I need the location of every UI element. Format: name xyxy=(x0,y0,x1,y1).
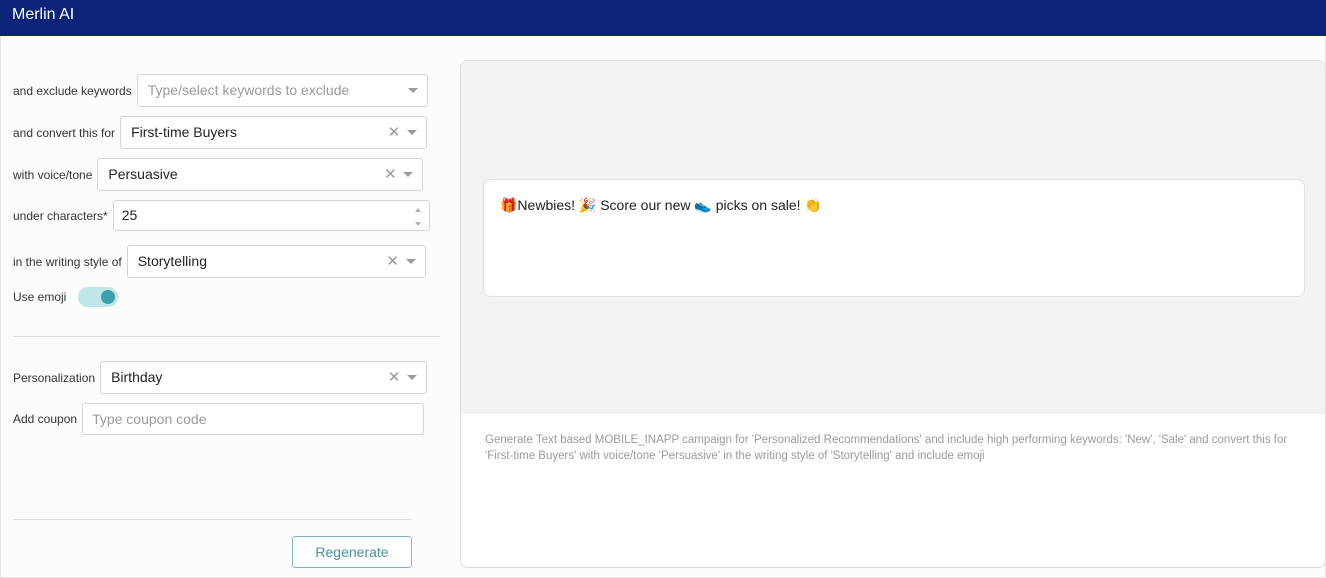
coupon-placeholder: Type coupon code xyxy=(92,411,207,427)
voice-tone-row: with voice/tone Persuasive ✕ xyxy=(13,158,424,191)
generation-prompt: Generate Text based MOBILE_INAPP campaig… xyxy=(485,434,1288,462)
app-title-bar: Merlin AI xyxy=(0,0,1326,36)
toggle-knob xyxy=(101,290,116,304)
writing-style-value: Storytelling xyxy=(137,253,207,269)
generated-message: 🎁Newbies! 🎉 Score our new 👟 picks on sal… xyxy=(500,197,822,213)
use-emoji-toggle[interactable] xyxy=(78,287,119,307)
stepper-down-icon[interactable] xyxy=(414,222,421,226)
regenerate-button[interactable]: Regenerate xyxy=(292,536,412,568)
number-stepper[interactable] xyxy=(414,208,423,226)
personalization-label: Personalization xyxy=(13,370,96,385)
personalization-row: Personalization Birthday ✕ xyxy=(13,361,428,394)
exclude-keywords-row: and exclude keywords Type/select keyword… xyxy=(13,74,428,107)
under-characters-value: 25 xyxy=(121,207,138,223)
chevron-down-icon[interactable] xyxy=(407,88,418,93)
convert-for-value: First-time Buyers xyxy=(131,124,237,140)
chevron-down-icon[interactable] xyxy=(403,172,414,177)
use-emoji-label: Use emoji xyxy=(13,290,67,304)
clear-icon[interactable]: ✕ xyxy=(387,117,401,148)
merlin-ai-window: and exclude keywords Type/select keyword… xyxy=(0,36,1326,578)
personalization-select[interactable]: Birthday ✕ xyxy=(100,361,428,394)
chevron-down-icon[interactable] xyxy=(405,259,416,264)
footer-divider xyxy=(13,519,412,520)
coupon-row: Add coupon Type coupon code xyxy=(13,403,425,435)
chevron-down-icon[interactable] xyxy=(407,130,418,135)
personalization-value: Birthday xyxy=(111,369,163,385)
chevron-down-icon[interactable] xyxy=(407,375,418,380)
preview-panel: 🎁Newbies! 🎉 Score our new 👟 picks on sal… xyxy=(460,60,1326,568)
generated-message-card[interactable]: 🎁Newbies! 🎉 Score our new 👟 picks on sal… xyxy=(483,179,1305,297)
coupon-input[interactable]: Type coupon code xyxy=(82,403,425,435)
under-characters-label: under characters* xyxy=(13,208,108,223)
clear-icon[interactable]: ✕ xyxy=(383,159,397,190)
clear-icon[interactable]: ✕ xyxy=(387,362,401,393)
voice-tone-select[interactable]: Persuasive ✕ xyxy=(97,158,424,191)
preview-area: 🎁Newbies! 🎉 Score our new 👟 picks on sal… xyxy=(461,61,1325,414)
exclude-keywords-placeholder: Type/select keywords to exclude xyxy=(147,82,350,98)
convert-for-label: and convert this for xyxy=(13,125,116,140)
section-divider xyxy=(13,336,440,337)
under-characters-row: under characters* 25 xyxy=(13,200,430,231)
under-characters-input[interactable]: 25 xyxy=(112,200,430,231)
convert-for-row: and convert this for First-time Buyers ✕ xyxy=(13,116,428,149)
settings-panel: and exclude keywords Type/select keyword… xyxy=(1,36,446,578)
writing-style-select[interactable]: Storytelling ✕ xyxy=(126,245,426,278)
stepper-up-icon[interactable] xyxy=(414,208,421,212)
writing-style-row: in the writing style of Storytelling ✕ xyxy=(13,245,426,278)
convert-for-select[interactable]: First-time Buyers ✕ xyxy=(120,116,428,149)
voice-tone-label: with voice/tone xyxy=(13,167,93,182)
exclude-keywords-label: and exclude keywords xyxy=(13,83,132,98)
use-emoji-row: Use emoji xyxy=(13,287,119,307)
writing-style-label: in the writing style of xyxy=(13,254,122,269)
coupon-label: Add coupon xyxy=(13,412,78,426)
clear-icon[interactable]: ✕ xyxy=(386,246,400,277)
app-title: Merlin AI xyxy=(12,6,75,23)
voice-tone-value: Persuasive xyxy=(108,166,178,182)
exclude-keywords-select[interactable]: Type/select keywords to exclude xyxy=(136,74,428,107)
